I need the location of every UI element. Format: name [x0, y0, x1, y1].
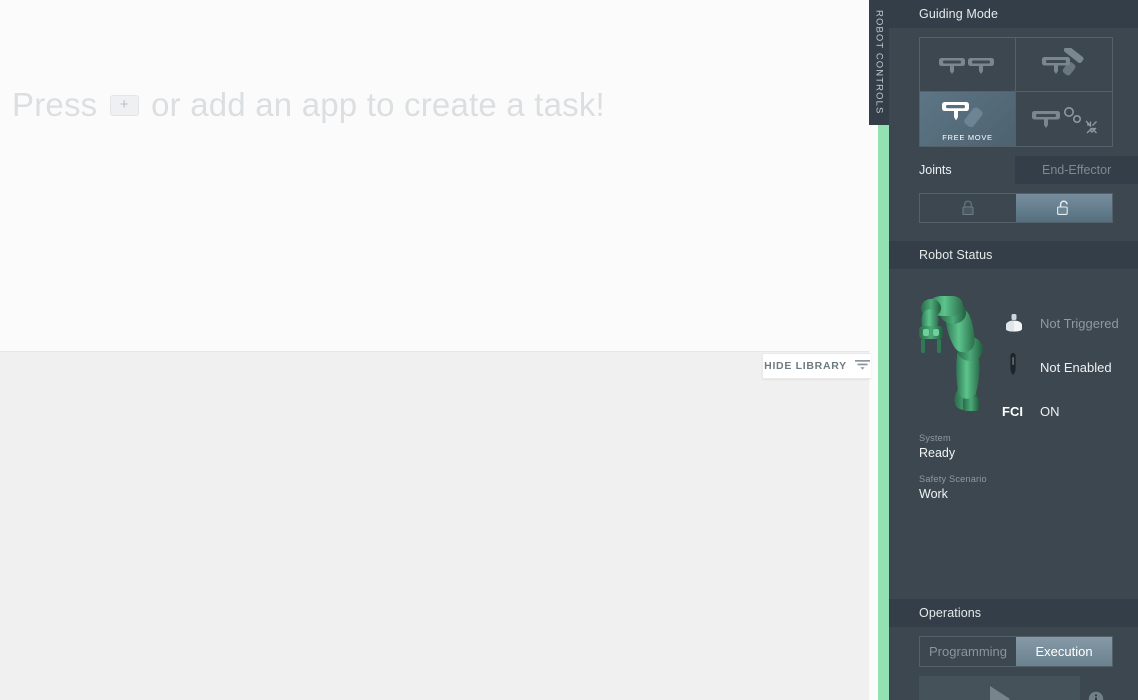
operations-execution-label: Execution	[1035, 644, 1093, 659]
operations-execution-option[interactable]: Execution	[1016, 637, 1112, 666]
play-icon	[990, 685, 1011, 700]
operations-title: Operations	[919, 606, 982, 620]
tab-joints[interactable]: Joints	[889, 156, 1015, 184]
safety-scenario-label: Safety Scenario	[919, 474, 987, 484]
guiding-mode-joint[interactable]	[1016, 92, 1112, 146]
status-row-fci: FCI ON	[1002, 389, 1132, 433]
operations-programming-option[interactable]: Programming	[920, 637, 1016, 666]
robot-controls-tab[interactable]: ROBOT CONTROLS	[869, 0, 889, 125]
guiding-mode-translation[interactable]	[920, 38, 1016, 92]
fci-label: FCI	[1002, 403, 1023, 419]
lock-toggle-group	[919, 193, 1113, 223]
operations-run-row	[919, 676, 1113, 700]
collapse-filter-icon	[854, 357, 870, 375]
hint-suffix: or add an app to create a task!	[151, 86, 605, 123]
play-button[interactable]	[919, 676, 1080, 700]
guiding-mode-free-move[interactable]: FREE MOVE	[920, 92, 1016, 146]
system-label: System	[919, 433, 951, 443]
robot-status-header: Robot Status	[889, 241, 1138, 269]
fci-value: ON	[1040, 403, 1060, 419]
joint-mode-icon	[1032, 107, 1097, 134]
lock-open-button[interactable]	[1016, 194, 1112, 222]
plus-key-cap[interactable]: +	[109, 95, 139, 116]
app-library-panel: APPS	[0, 351, 869, 700]
guiding-mode-title: Guiding Mode	[919, 7, 999, 21]
info-icon	[1089, 691, 1104, 700]
rotation-mode-icon	[1042, 47, 1084, 75]
tab-end-effector-label: End-Effector	[1042, 163, 1112, 177]
operations-programming-label: Programming	[928, 644, 1008, 659]
guiding-mode-header: Guiding Mode	[889, 0, 1138, 28]
emergency-stop-status: Not Triggered	[1040, 315, 1119, 331]
guiding-mode-rotation[interactable]	[1016, 38, 1112, 92]
system-field: System Ready	[919, 433, 955, 460]
robot-status-title: Robot Status	[919, 248, 993, 262]
app-root: Press + or add an app to create a task! …	[0, 0, 1138, 700]
lock-closed-icon	[962, 200, 974, 216]
operations-mode-toggle: Programming Execution	[919, 636, 1113, 667]
enabling-device-icon	[1002, 352, 1026, 382]
hide-library-button[interactable]: HIDE LIBRARY	[762, 353, 871, 379]
tab-joints-label: Joints	[919, 163, 952, 177]
robot-controls-tab-label: ROBOT CONTROLS	[873, 10, 885, 115]
info-button[interactable]	[1080, 691, 1113, 700]
safety-scenario-field: Safety Scenario Work	[919, 474, 987, 501]
task-workspace: Press + or add an app to create a task! …	[0, 0, 871, 700]
status-row-emergency-stop: Not Triggered	[1002, 301, 1132, 345]
enabling-device-status: Not Enabled	[1040, 359, 1112, 375]
translation-mode-icon	[938, 57, 994, 74]
free-move-mode-icon	[941, 102, 982, 128]
lock-closed-button[interactable]	[920, 194, 1016, 222]
hide-library-label: HIDE LIBRARY	[764, 360, 847, 372]
robot-controls-panel: Guiding Mode FREE MOVE Joints End-Effect…	[889, 0, 1138, 700]
empty-task-hint: Press + or add an app to create a task!	[12, 86, 605, 124]
guiding-mode-label: FREE MOVE	[942, 133, 993, 142]
guiding-mode-grid: FREE MOVE	[919, 37, 1113, 147]
system-value: Ready	[919, 446, 956, 460]
operations-header: Operations	[889, 599, 1138, 627]
lock-open-icon	[1057, 200, 1068, 215]
tab-end-effector[interactable]: End-Effector	[1015, 156, 1138, 184]
joint-endeffector-tabs: Joints End-Effector	[889, 156, 1138, 184]
hint-prefix: Press	[12, 86, 98, 123]
robot-status-body: Not Triggered Not Enabled FCI ON System …	[889, 269, 1138, 599]
active-accent-strip	[878, 125, 889, 700]
status-row-enabling-device: Not Enabled	[1002, 345, 1132, 389]
safety-scenario-value: Work	[919, 487, 948, 501]
robot-status-indicators: Not Triggered Not Enabled FCI ON	[1002, 301, 1132, 433]
emergency-stop-icon	[1002, 312, 1026, 334]
robot-arm-illustration	[913, 291, 995, 416]
